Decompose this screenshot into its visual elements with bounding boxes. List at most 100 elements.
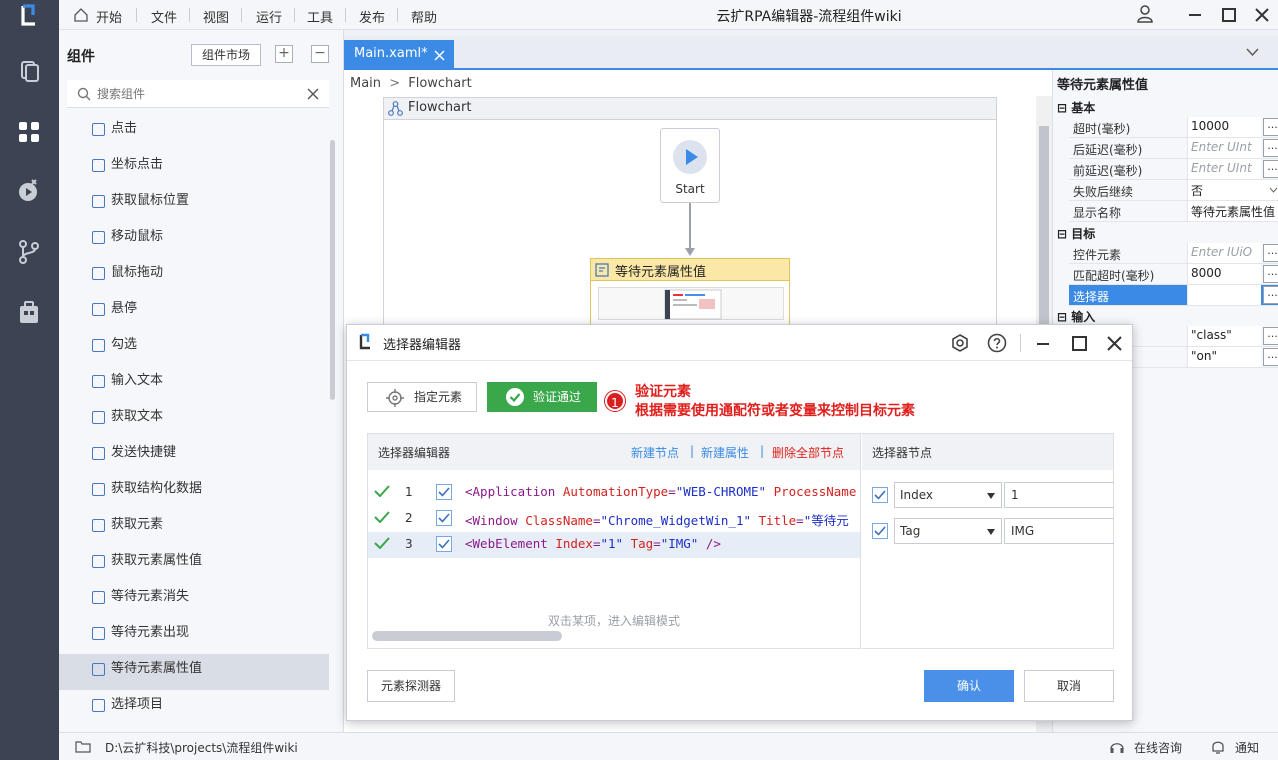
- wait-attribute-activity[interactable]: 等待元素属性值: [590, 258, 790, 333]
- search-input[interactable]: [97, 84, 297, 104]
- component-market-button[interactable]: 组件市场: [191, 44, 261, 66]
- prop-value[interactable]: Enter UInt: [1187, 159, 1261, 179]
- component-item[interactable]: 移动鼠标: [59, 222, 329, 258]
- menu-run[interactable]: 运行: [256, 7, 282, 26]
- breadcrumb-main[interactable]: Main: [350, 76, 381, 91]
- component-item[interactable]: 坐标点击: [59, 150, 329, 186]
- component-list-scrollbar[interactable]: [330, 140, 335, 400]
- flowchart-container[interactable]: Flowchart Start 等待元素属性值: [383, 97, 997, 333]
- prop-value[interactable]: 等待元素属性值: [1187, 201, 1278, 221]
- component-item[interactable]: 获取文本: [59, 402, 329, 438]
- debug-icon[interactable]: [15, 176, 43, 204]
- prop-match-timeout[interactable]: 匹配超时(毫秒) 8000...: [1069, 264, 1278, 285]
- section-input[interactable]: ⊟ 输入: [1057, 308, 1095, 325]
- settings-icon[interactable]: [950, 333, 970, 353]
- prop-value[interactable]: Enter IUiO: [1187, 243, 1261, 263]
- help-icon[interactable]: [987, 333, 1007, 353]
- component-item[interactable]: 获取元素: [59, 510, 329, 546]
- line-checkbox[interactable]: [436, 484, 452, 500]
- confirm-button[interactable]: 确认: [924, 670, 1014, 702]
- prop-dropdown[interactable]: 否: [1187, 180, 1278, 200]
- menu-file[interactable]: 文件: [151, 7, 177, 26]
- component-item[interactable]: 选择项目: [59, 690, 329, 726]
- menu-view[interactable]: 视图: [203, 7, 229, 26]
- user-icon[interactable]: [1136, 4, 1154, 24]
- components-icon[interactable]: [15, 118, 43, 146]
- menu-tools[interactable]: 工具: [307, 7, 333, 26]
- menu-help[interactable]: 帮助: [411, 7, 437, 26]
- component-item[interactable]: 获取元素属性值: [59, 546, 329, 582]
- breadcrumb-flowchart[interactable]: Flowchart: [408, 76, 471, 91]
- online-consult-link[interactable]: 在线咨询: [1134, 739, 1182, 756]
- close-icon[interactable]: [1255, 8, 1269, 22]
- maximize-icon[interactable]: [1072, 336, 1087, 351]
- minimize-icon[interactable]: [1036, 337, 1050, 351]
- expression-button[interactable]: ...: [1263, 160, 1278, 178]
- component-item[interactable]: 等待元素消失: [59, 582, 329, 618]
- expression-button[interactable]: ...: [1263, 327, 1278, 345]
- component-item[interactable]: 获取鼠标位置: [59, 186, 329, 222]
- files-icon[interactable]: [15, 56, 43, 84]
- component-item[interactable]: 发送快捷键: [59, 438, 329, 474]
- collapse-all-icon[interactable]: −: [311, 45, 329, 63]
- component-item[interactable]: 点击: [59, 114, 329, 150]
- prop-continue-on-error[interactable]: 失败后继续 否: [1069, 180, 1278, 201]
- notifications-link[interactable]: 通知: [1235, 739, 1259, 756]
- prop-selector[interactable]: 选择器...: [1069, 285, 1278, 306]
- expression-button[interactable]: ...: [1263, 348, 1278, 366]
- canvas-scrollbar-thumb[interactable]: [1039, 126, 1049, 346]
- component-item[interactable]: 输入文本: [59, 366, 329, 402]
- new-attribute-link[interactable]: 新建属性: [701, 444, 749, 461]
- attribute-checkbox[interactable]: [872, 523, 888, 539]
- code-horizontal-scrollbar[interactable]: [372, 631, 562, 641]
- attribute-value-input[interactable]: IMG: [1004, 518, 1114, 544]
- expression-button[interactable]: ...: [1263, 286, 1278, 304]
- prop-timeout[interactable]: 超时(毫秒) 10000...: [1069, 117, 1278, 138]
- new-node-link[interactable]: 新建节点: [631, 444, 679, 461]
- attribute-checkbox[interactable]: [872, 487, 888, 503]
- package-icon[interactable]: [15, 298, 43, 326]
- line-checkbox[interactable]: [436, 510, 452, 526]
- close-icon[interactable]: [1107, 336, 1122, 351]
- tab-main-xaml[interactable]: Main.xaml*: [344, 40, 454, 70]
- expand-all-icon[interactable]: +: [275, 45, 293, 63]
- component-item[interactable]: 获取结构化数据: [59, 474, 329, 510]
- prop-display-name[interactable]: 显示名称 等待元素属性值: [1069, 201, 1278, 222]
- prop-value[interactable]: Enter UInt: [1187, 138, 1261, 158]
- prop-value[interactable]: "on": [1187, 347, 1261, 367]
- expression-button[interactable]: ...: [1263, 265, 1278, 283]
- indicate-element-button[interactable]: 指定元素: [367, 382, 477, 412]
- selector-line[interactable]: 3 <WebElement Index="1" Tag="IMG" />: [368, 532, 860, 558]
- expression-button[interactable]: ...: [1263, 139, 1278, 157]
- attribute-name-dropdown[interactable]: Index: [894, 482, 1002, 508]
- menu-home[interactable]: 开始: [96, 7, 122, 26]
- prop-value[interactable]: [1187, 285, 1261, 305]
- close-tab-icon[interactable]: [434, 50, 445, 61]
- component-item[interactable]: 鼠标拖动: [59, 258, 329, 294]
- component-item[interactable]: 勾选: [59, 330, 329, 366]
- start-node[interactable]: Start: [660, 128, 720, 203]
- attribute-name-dropdown[interactable]: Tag: [894, 518, 1002, 544]
- element-detector-button[interactable]: 元素探测器: [367, 670, 455, 702]
- attribute-value-input[interactable]: 1: [1004, 482, 1114, 508]
- cancel-button[interactable]: 取消: [1024, 670, 1114, 702]
- branch-icon[interactable]: [15, 238, 43, 266]
- chevron-down-icon[interactable]: [1246, 48, 1259, 57]
- prop-value[interactable]: 8000: [1187, 264, 1261, 284]
- validate-button[interactable]: 验证通过: [487, 382, 597, 412]
- section-basic[interactable]: ⊟ 基本: [1057, 99, 1095, 116]
- selector-line[interactable]: 1 <Application AutomationType="WEB-CHROME…: [368, 480, 860, 506]
- component-search[interactable]: [67, 80, 329, 108]
- maximize-icon[interactable]: [1222, 8, 1236, 22]
- section-target[interactable]: ⊟ 目标: [1057, 225, 1095, 242]
- minimize-icon[interactable]: [1188, 8, 1202, 22]
- expression-button[interactable]: ...: [1263, 118, 1278, 136]
- menu-publish[interactable]: 发布: [359, 7, 385, 26]
- prop-value[interactable]: "class": [1187, 326, 1261, 346]
- prop-after-delay[interactable]: 后延迟(毫秒) Enter UInt...: [1069, 138, 1278, 159]
- prop-value[interactable]: 10000: [1187, 117, 1261, 137]
- expression-button[interactable]: ...: [1263, 244, 1278, 262]
- selector-line[interactable]: 2 <Window ClassName = "Chrome_WidgetWin_1" …: [368, 506, 860, 532]
- component-item[interactable]: 等待元素属性值: [59, 654, 329, 690]
- delete-all-nodes-link[interactable]: 删除全部节点: [772, 444, 844, 461]
